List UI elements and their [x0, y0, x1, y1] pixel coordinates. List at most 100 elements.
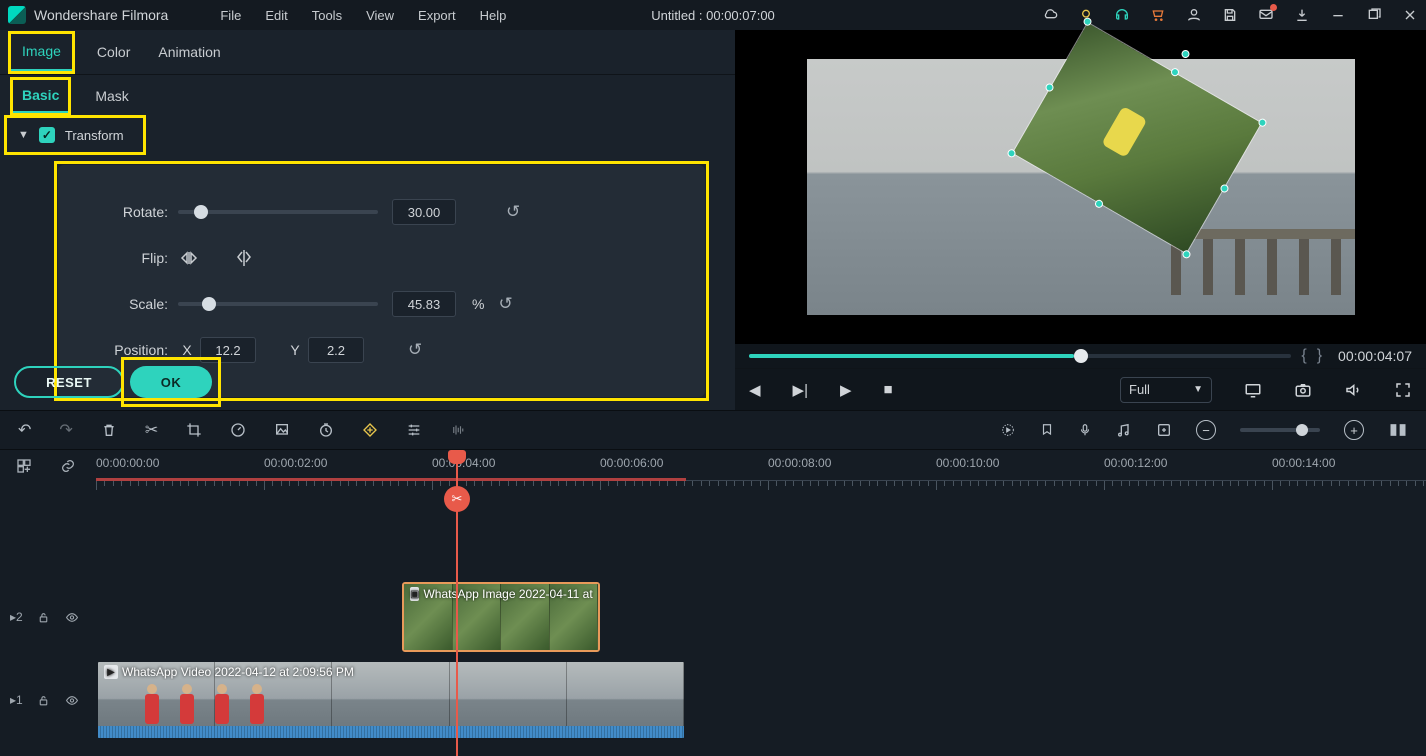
- color-icon[interactable]: [274, 422, 290, 438]
- timeline-manage-tracks-icon[interactable]: [16, 458, 32, 474]
- panel-footer: RESET OK: [0, 354, 735, 410]
- rotate-value[interactable]: 30.00: [392, 199, 456, 225]
- transform-section-header[interactable]: ▼ ✓ Transform: [6, 117, 144, 153]
- play-icon[interactable]: ▶: [840, 381, 852, 399]
- adjust-icon[interactable]: [406, 422, 422, 438]
- track-play-icon[interactable]: ▸1: [10, 693, 23, 707]
- duration-icon[interactable]: [318, 422, 334, 438]
- snapshot-icon[interactable]: [1294, 381, 1312, 399]
- playhead-grip[interactable]: [448, 450, 466, 464]
- display-icon[interactable]: [1244, 381, 1262, 399]
- scale-reset-icon[interactable]: ↺: [498, 294, 512, 314]
- track-2-head: ▸2: [0, 610, 96, 624]
- menu-tools[interactable]: Tools: [300, 8, 354, 23]
- add-media-icon[interactable]: [1156, 422, 1172, 438]
- properties-panel: Image Color Animation Basic Mask ▼ ✓ Tra…: [0, 30, 735, 410]
- flip-horizontal-icon[interactable]: [178, 249, 202, 267]
- keyframe-icon[interactable]: [362, 422, 378, 438]
- tab-animation[interactable]: Animation: [154, 34, 224, 70]
- menu-view[interactable]: View: [354, 8, 406, 23]
- clip-image[interactable]: ▣WhatsApp Image 2022-04-11 at: [402, 582, 600, 652]
- speed-icon[interactable]: [230, 422, 246, 438]
- tab-basic[interactable]: Basic: [12, 79, 69, 114]
- scale-value[interactable]: 45.83: [392, 291, 456, 317]
- menu-file[interactable]: File: [208, 8, 253, 23]
- message-icon[interactable]: [1258, 7, 1274, 23]
- preview-stage[interactable]: [735, 30, 1426, 344]
- mark-out-icon[interactable]: }: [1317, 347, 1322, 365]
- rotate-label: Rotate:: [88, 204, 178, 220]
- render-icon[interactable]: [1000, 422, 1016, 438]
- track-2: ▸2 ▣WhatsApp Image 2022-04-11 at: [0, 578, 1426, 656]
- transform-checkbox[interactable]: ✓: [39, 127, 55, 143]
- minimize-icon[interactable]: [1330, 7, 1346, 23]
- tab-mask[interactable]: Mask: [91, 80, 132, 112]
- crop-icon[interactable]: [186, 422, 202, 438]
- tab-color[interactable]: Color: [93, 34, 134, 70]
- zoom-out-icon[interactable]: −: [1196, 420, 1216, 440]
- flip-row: Flip:: [88, 235, 669, 281]
- track-play-icon[interactable]: ▸2: [10, 610, 23, 624]
- next-frame-icon[interactable]: ▶|: [793, 381, 808, 399]
- clip-video[interactable]: ▶ WhatsApp Video 2022-04-12 at 2:09:56 PM: [96, 660, 686, 740]
- prev-frame-icon[interactable]: ◀: [749, 381, 761, 399]
- collapse-icon[interactable]: ▼: [18, 129, 29, 141]
- playhead[interactable]: ✂: [456, 450, 458, 756]
- fullscreen-icon[interactable]: [1394, 381, 1412, 399]
- titlebar-right-icons: [1042, 7, 1418, 23]
- track-visibility-icon[interactable]: [64, 611, 80, 624]
- clip-image-label: WhatsApp Image 2022-04-11 at: [423, 587, 592, 601]
- scrub-slider[interactable]: [749, 354, 1291, 358]
- track-lock-icon[interactable]: [37, 694, 50, 707]
- playhead-scissors-icon[interactable]: ✂: [444, 486, 470, 512]
- flip-vertical-icon[interactable]: [232, 249, 256, 267]
- cloud-icon[interactable]: [1042, 7, 1058, 23]
- marker-icon[interactable]: [1040, 422, 1054, 438]
- redo-icon[interactable]: ↷: [59, 420, 72, 440]
- scale-slider[interactable]: [178, 302, 378, 306]
- split-icon[interactable]: ✂: [145, 420, 158, 440]
- zoom-in-icon[interactable]: +: [1344, 420, 1364, 440]
- clip-video-label: WhatsApp Video 2022-04-12 at 2:09:56 PM: [122, 665, 354, 679]
- stop-icon[interactable]: ■: [884, 381, 893, 398]
- quality-select[interactable]: Full ▼: [1120, 377, 1212, 403]
- support-icon[interactable]: [1114, 7, 1130, 23]
- audio-icon[interactable]: [450, 422, 468, 438]
- zoom-fit-icon[interactable]: [1388, 422, 1408, 438]
- mark-in-icon[interactable]: {: [1301, 347, 1306, 365]
- ok-button[interactable]: OK: [130, 366, 212, 398]
- close-icon[interactable]: [1402, 7, 1418, 23]
- time-ruler[interactable]: 00:00:00:00 00:00:02:00 00:00:04:00 00:0…: [96, 450, 1426, 488]
- mixer-icon[interactable]: [1116, 422, 1132, 438]
- delete-icon[interactable]: [101, 422, 117, 438]
- maximize-icon[interactable]: [1366, 7, 1382, 23]
- track-1: ▸1 ▶ WhatsApp Video 2022-04-12 at 2:09:56…: [0, 656, 1426, 744]
- record-voiceover-icon[interactable]: [1078, 422, 1092, 438]
- menu-edit[interactable]: Edit: [253, 8, 299, 23]
- cart-icon[interactable]: [1150, 7, 1166, 23]
- volume-icon[interactable]: [1344, 381, 1362, 399]
- menu-export[interactable]: Export: [406, 8, 468, 23]
- ruler-tick: 00:00:12:00: [1104, 456, 1167, 470]
- save-icon[interactable]: [1222, 7, 1238, 23]
- preview-canvas[interactable]: [807, 33, 1355, 341]
- undo-icon[interactable]: ↶: [18, 420, 31, 440]
- ruler-tick: 00:00:14:00: [1272, 456, 1335, 470]
- ruler-used-range: [96, 478, 686, 481]
- menu-help[interactable]: Help: [468, 8, 519, 23]
- titlebar: Wondershare Filmora File Edit Tools View…: [0, 0, 1426, 30]
- user-icon[interactable]: [1186, 7, 1202, 23]
- timeline[interactable]: 00:00:00:00 00:00:02:00 00:00:04:00 00:0…: [0, 450, 1426, 756]
- track-lock-icon[interactable]: [37, 611, 50, 624]
- tab-image[interactable]: Image: [10, 33, 73, 72]
- track-visibility-icon[interactable]: [64, 694, 80, 707]
- rotate-slider[interactable]: [178, 210, 378, 214]
- download-icon[interactable]: [1294, 7, 1310, 23]
- zoom-slider[interactable]: [1240, 428, 1320, 432]
- rotate-reset-icon[interactable]: ↺: [506, 202, 520, 222]
- timeline-link-icon[interactable]: [60, 458, 76, 474]
- preview-time: 00:00:04:07: [1338, 348, 1412, 364]
- reset-button[interactable]: RESET: [14, 366, 124, 398]
- clip-video-icon: ▶: [104, 665, 118, 679]
- panel-tabs-primary: Image Color Animation: [0, 30, 735, 75]
